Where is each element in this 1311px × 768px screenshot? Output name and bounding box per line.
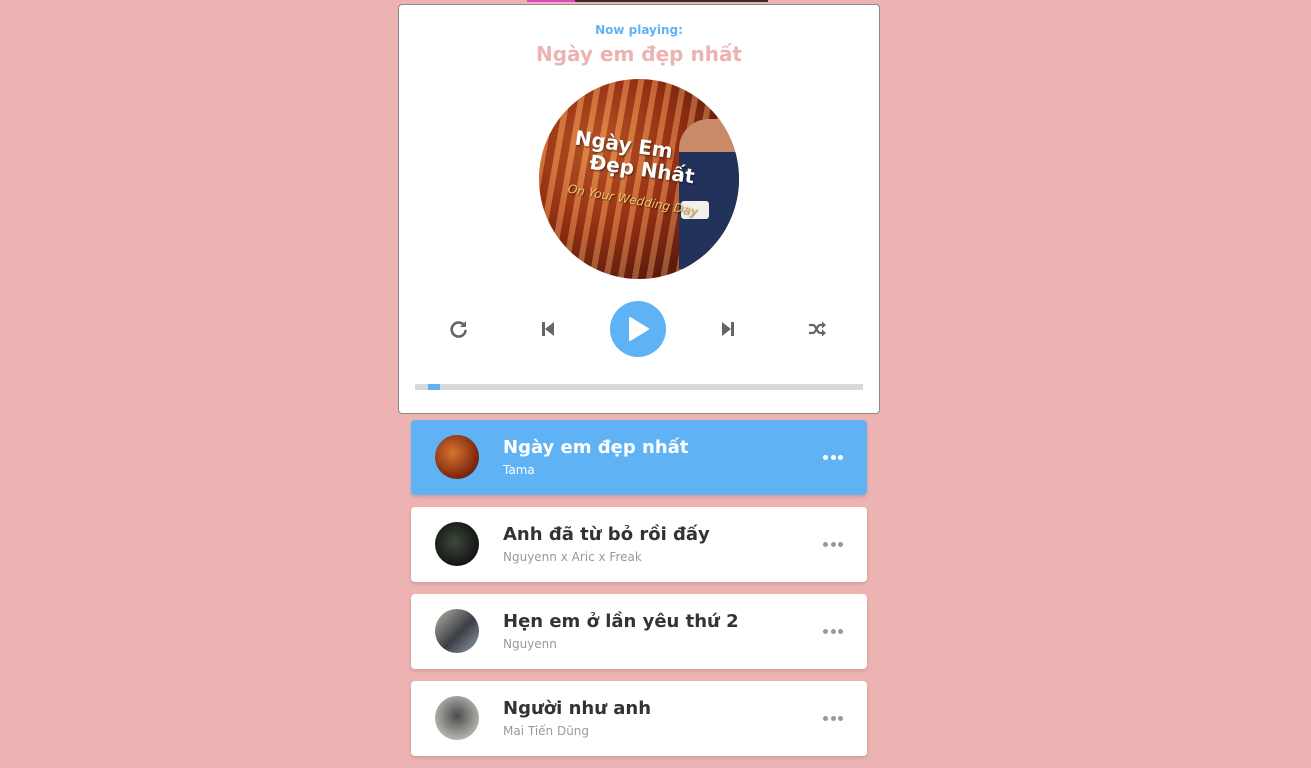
top-indicator-bar <box>527 0 768 2</box>
song-title: Anh đã từ bỏ rồi đấy <box>503 524 710 545</box>
song-thumbnail <box>435 696 479 740</box>
song-author: Tama <box>503 463 535 477</box>
prev-button[interactable] <box>530 311 566 347</box>
playlist-item-ngay-em-dep-nhat[interactable]: Ngày em đẹp nhất Tama <box>411 420 867 495</box>
playlist: Ngày em đẹp nhất Tama Anh đã từ bỏ rồi đ… <box>411 420 867 768</box>
cd-artwork-title: Ngày Em Đẹp Nhất <box>571 126 700 189</box>
song-author: Nguyenn <box>503 637 557 651</box>
progress-bar[interactable] <box>415 384 863 390</box>
playlist-item-nguoi-nhu-anh[interactable]: Người như anh Mai Tiến Dũng <box>411 681 867 756</box>
playlist-item-hen-em-o-lan-yeu-thu-2[interactable]: Hẹn em ở lần yêu thứ 2 Nguyenn <box>411 594 867 669</box>
cd-thumbnail: Ngày Em Đẹp Nhất On Your Wedding Day <box>539 79 739 279</box>
top-indicator-segment <box>527 0 575 2</box>
song-thumbnail <box>435 609 479 653</box>
progress-fill <box>415 384 428 390</box>
redo-icon <box>450 321 467 338</box>
next-button[interactable] <box>710 311 746 347</box>
current-song-title: Ngày em đẹp nhất <box>536 42 742 66</box>
repeat-button[interactable] <box>441 311 477 347</box>
song-title: Người như anh <box>503 698 652 719</box>
now-playing-label: Now playing: <box>595 23 683 37</box>
play-toggle-button[interactable] <box>610 301 666 357</box>
more-options-icon[interactable] <box>823 622 843 640</box>
player-controls <box>399 301 879 357</box>
more-options-icon[interactable] <box>823 709 843 727</box>
step-forward-icon <box>722 322 734 336</box>
playlist-item-anh-da-tu-bo-roi-day[interactable]: Anh đã từ bỏ rồi đấy Nguyenn x Aric x Fr… <box>411 507 867 582</box>
play-icon <box>629 317 649 341</box>
song-title: Ngày em đẹp nhất <box>503 437 689 458</box>
more-options-icon[interactable] <box>823 448 843 466</box>
song-thumbnail <box>435 522 479 566</box>
random-icon <box>809 321 826 337</box>
song-thumbnail <box>435 435 479 479</box>
song-title: Hẹn em ở lần yêu thứ 2 <box>503 611 739 632</box>
more-options-icon[interactable] <box>823 535 843 553</box>
song-author: Nguyenn x Aric x Freak <box>503 550 642 564</box>
song-author: Mai Tiến Dũng <box>503 724 590 738</box>
random-button[interactable] <box>799 311 835 347</box>
progress-thumb[interactable] <box>428 384 440 390</box>
player-dashboard: Now playing: Ngày em đẹp nhất Ngày Em Đẹ… <box>398 4 880 414</box>
step-backward-icon <box>542 322 554 336</box>
